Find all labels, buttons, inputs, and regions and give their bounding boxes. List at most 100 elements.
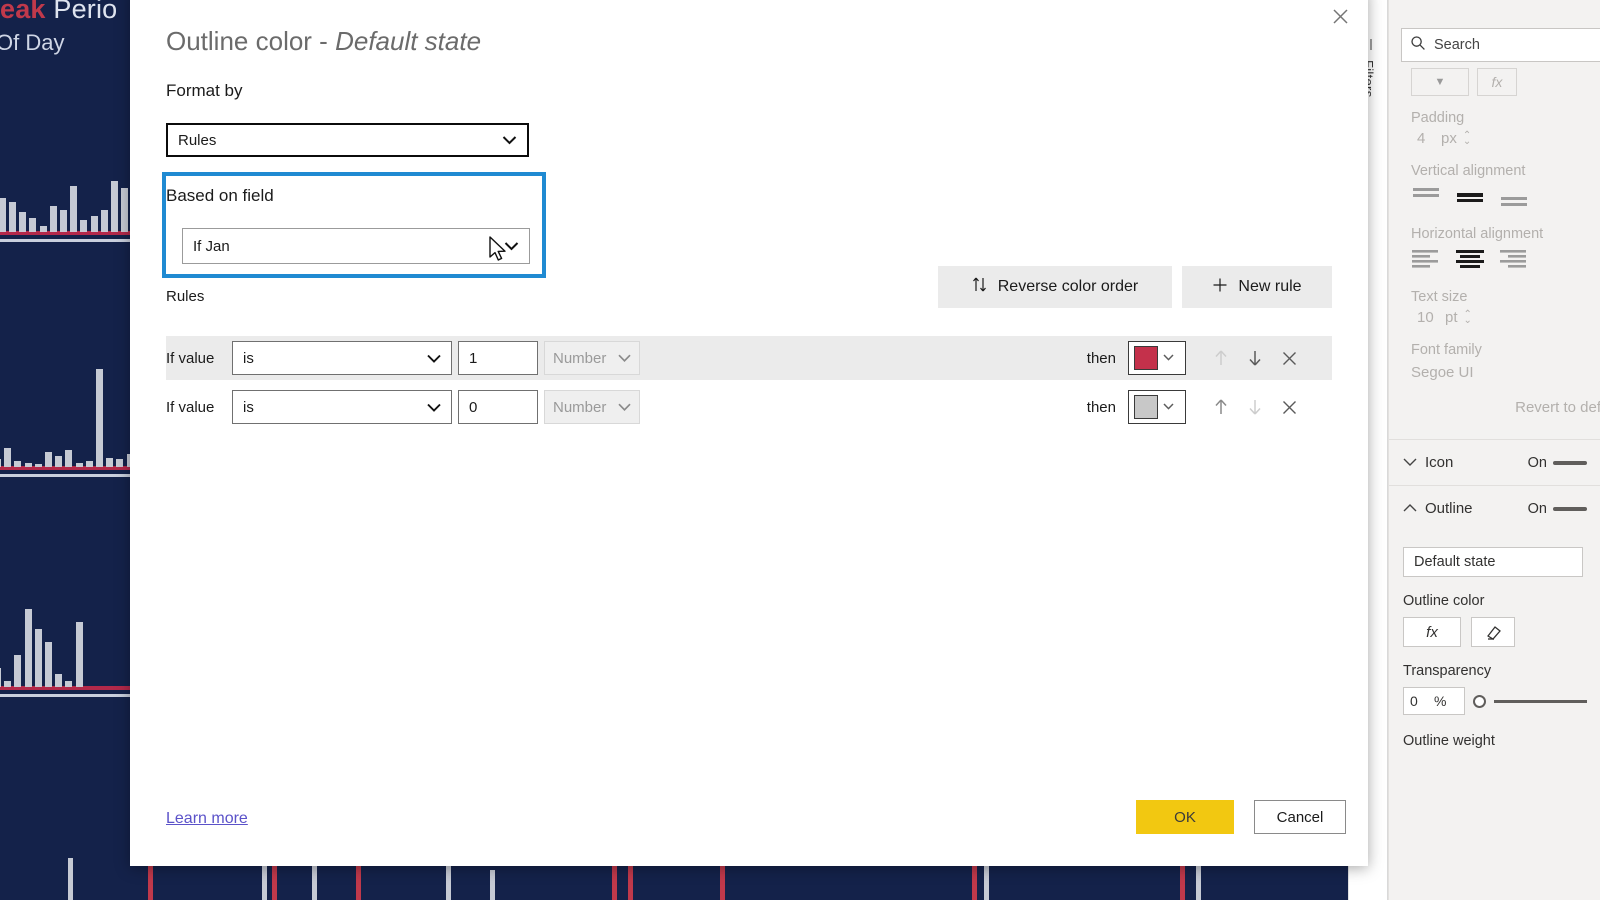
arrow-up-icon[interactable] <box>1212 398 1230 416</box>
report-subtitle: Of Day <box>0 30 65 55</box>
background-bar <box>0 459 1 467</box>
chevron-down-icon <box>1163 352 1174 364</box>
close-icon[interactable] <box>1326 2 1354 30</box>
rules-caption: Rules <box>166 288 205 305</box>
report-title-accent: eak <box>0 0 46 24</box>
rule-value-type-select[interactable]: Number <box>544 341 640 375</box>
section-outline[interactable]: Outline On <box>1389 485 1600 531</box>
chart-underline <box>0 239 140 242</box>
align-right-icon[interactable] <box>1499 248 1529 273</box>
new-rule-button[interactable]: New rule <box>1182 266 1332 308</box>
padding-stepper[interactable]: 4 px ⌃ ⌄ <box>1411 130 1579 147</box>
rule-value-input[interactable]: 0 <box>458 390 538 424</box>
rule-operator-value: is <box>243 398 254 416</box>
based-on-field-value: If Jan <box>193 237 230 255</box>
outline-color-buttons: fx <box>1403 617 1587 647</box>
background-bar <box>45 641 52 687</box>
transparency-input[interactable]: 0 % <box>1403 687 1465 715</box>
chevron-down-icon: ▼ <box>1434 76 1446 88</box>
section-icon-toggle[interactable]: On <box>1528 455 1587 471</box>
partial-dropdown[interactable]: ▼ <box>1411 68 1469 96</box>
padding-group: Padding 4 px ⌃ ⌄ <box>1389 110 1600 147</box>
stepper-icon[interactable]: ⌃ ⌄ <box>1464 309 1472 325</box>
align-center-icon[interactable] <box>1455 248 1485 273</box>
fx-button[interactable]: fx <box>1477 68 1517 96</box>
transparency-slider-track[interactable] <box>1494 699 1587 703</box>
text-size-label: Text size <box>1411 289 1468 305</box>
font-family-value[interactable]: Segoe UI <box>1411 364 1579 381</box>
rule-operator-select[interactable]: is <box>232 341 452 375</box>
background-bar <box>34 628 42 687</box>
revert-to-default-row: Revert to def <box>1389 399 1600 417</box>
padding-label: Padding <box>1411 110 1465 126</box>
page-title: Outline color - Default state <box>166 26 481 57</box>
transparency-unit: % <box>1434 693 1447 709</box>
vertical-alignment-label: Vertical alignment <box>1411 163 1526 179</box>
background-strip-bar <box>984 860 989 900</box>
rule-value-type-select[interactable]: Number <box>544 390 640 424</box>
based-on-field-select[interactable]: If Jan <box>182 228 530 264</box>
text-size-group: Text size 10 pt ⌃ ⌄ <box>1389 289 1600 326</box>
outline-color-fx-button[interactable]: fx <box>1403 617 1461 647</box>
background-bar <box>65 680 73 687</box>
rule-color-picker[interactable] <box>1128 341 1186 375</box>
section-icon-state: On <box>1527 454 1547 471</box>
stepper-icon[interactable]: ⌃ ⌄ <box>1463 130 1471 146</box>
rule-then-label: then <box>1086 349 1116 367</box>
arrow-down-icon[interactable] <box>1246 398 1264 416</box>
search-input[interactable]: Search <box>1401 28 1600 62</box>
font-family-group: Font family Segoe UI <box>1389 342 1600 381</box>
background-bar <box>24 609 32 687</box>
background-bar <box>24 463 32 467</box>
cancel-button[interactable]: Cancel <box>1254 800 1346 834</box>
section-icon[interactable]: Icon On <box>1389 439 1600 485</box>
background-bar <box>55 455 63 467</box>
plus-icon <box>1212 277 1228 298</box>
conditional-formatting-dialog: Outline color - Default state Format by … <box>130 0 1368 866</box>
revert-to-default-button[interactable]: Revert to def <box>1515 399 1600 416</box>
dialog-title-main: Outline color - <box>166 26 336 56</box>
transparency-slider-knob[interactable] <box>1473 694 1486 708</box>
power-bi-window: eak Perio Of Day Filters Search ▼ fx Pad… <box>0 0 1600 900</box>
report-title-plain: Perio <box>45 0 118 24</box>
background-bar <box>75 463 83 467</box>
text-size-stepper[interactable]: 10 pt ⌃ ⌄ <box>1411 309 1579 326</box>
align-bottom-icon[interactable] <box>1499 185 1529 212</box>
rule-operator-select[interactable]: is <box>232 390 452 424</box>
background-bar <box>100 209 108 232</box>
rule-value-text: 0 <box>469 398 478 416</box>
close-icon[interactable] <box>1280 349 1298 367</box>
align-top-icon[interactable] <box>1411 185 1441 212</box>
arrow-up-icon[interactable] <box>1212 349 1230 367</box>
learn-more-link[interactable]: Learn more <box>166 810 248 828</box>
rule-value-input[interactable]: 1 <box>458 341 538 375</box>
eraser-icon[interactable] <box>1471 617 1515 647</box>
arrow-down-icon[interactable] <box>1246 349 1264 367</box>
rule-row-actions <box>1212 349 1332 367</box>
rule-operator-value: is <box>243 349 254 367</box>
sort-updown-icon <box>972 276 988 298</box>
rule-row: If value is 1 Number then <box>166 336 1332 380</box>
background-bar <box>45 451 52 467</box>
vertical-alignment-options <box>1411 185 1579 212</box>
align-middle-icon[interactable] <box>1455 185 1485 212</box>
background-bar <box>90 215 98 232</box>
background-bar <box>49 205 57 232</box>
section-outline-toggle[interactable]: On <box>1528 501 1587 517</box>
ok-button[interactable]: OK <box>1136 800 1234 834</box>
format-pane: Search ▼ fx Padding 4 px ⌃ ⌄ Vertical al… <box>1388 0 1600 900</box>
close-icon[interactable] <box>1280 398 1298 416</box>
reverse-color-order-label: Reverse color order <box>997 278 1139 295</box>
background-strip-bar <box>68 858 73 900</box>
format-by-select[interactable]: Rules <box>166 123 529 157</box>
outline-state-select[interactable]: Default state <box>1403 547 1583 577</box>
based-on-field-label: Based on field <box>166 186 274 205</box>
vertical-alignment-group: Vertical alignment <box>1389 163 1600 212</box>
rule-color-picker[interactable] <box>1128 390 1186 424</box>
background-bar <box>14 654 22 687</box>
horizontal-alignment-label: Horizontal alignment <box>1411 226 1544 242</box>
background-bar <box>0 667 1 687</box>
background-bar <box>70 185 78 232</box>
reverse-color-order-button[interactable]: Reverse color order <box>938 266 1172 308</box>
align-left-icon[interactable] <box>1411 248 1441 273</box>
